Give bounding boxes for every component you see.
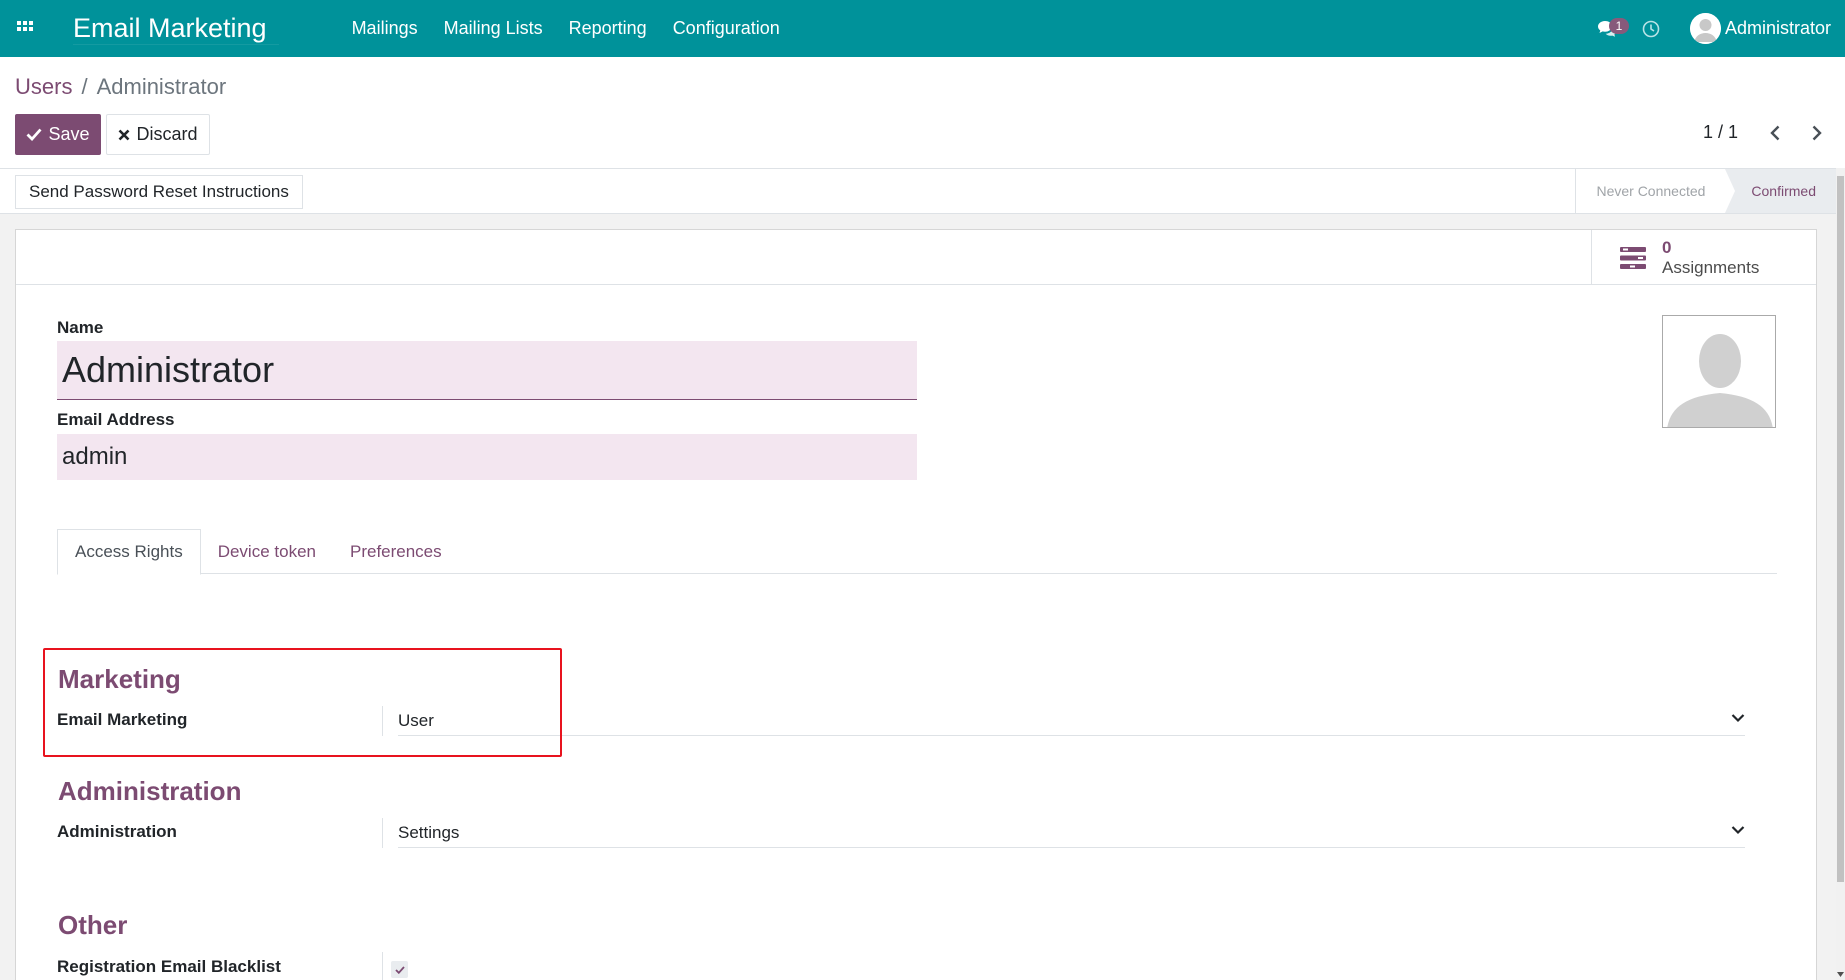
menu-item-mailing-lists[interactable]: Mailing Lists: [431, 18, 556, 39]
name-label: Name: [57, 318, 104, 337]
name-input[interactable]: [57, 341, 917, 400]
user-photo[interactable]: [1662, 315, 1776, 428]
chevron-left-icon: [1770, 125, 1780, 141]
status-stages: Never Connected Confirmed: [1575, 169, 1836, 213]
stage-never-connected[interactable]: Never Connected: [1576, 169, 1725, 213]
notebook-tabs: Access Rights Device token Preferences: [57, 529, 1777, 575]
user-placeholder-icon: [1663, 316, 1775, 427]
chat-count-badge: 1: [1608, 17, 1629, 34]
menu-item-mailings[interactable]: Mailings: [339, 18, 431, 39]
field-separator: [382, 952, 383, 980]
tab-device-token[interactable]: Device token: [201, 529, 333, 574]
breadcrumb-users-link[interactable]: Users: [15, 74, 72, 100]
chevron-down-icon: [1731, 714, 1745, 723]
smart-button-box: 0 Assignments: [16, 230, 1816, 285]
form-statusbar: Send Password Reset Instructions Never C…: [0, 168, 1836, 214]
registration-email-blacklist-checkbox[interactable]: [391, 961, 408, 978]
email-input[interactable]: [57, 434, 917, 480]
registration-email-blacklist-label: Registration Email Blacklist: [57, 957, 281, 976]
discard-label: Discard: [136, 124, 198, 144]
tab-preferences[interactable]: Preferences: [333, 529, 459, 574]
administration-label: Administration: [57, 822, 177, 841]
scroll-down-arrow-icon[interactable]: [1836, 968, 1845, 980]
email-marketing-select[interactable]: User: [398, 706, 1745, 736]
stage-confirmed[interactable]: Confirmed: [1725, 169, 1836, 213]
save-label: Save: [48, 124, 90, 144]
stat-text: 0 Assignments: [1662, 238, 1759, 278]
group-title-marketing: Marketing: [58, 664, 181, 694]
send-password-reset-button[interactable]: Send Password Reset Instructions: [15, 175, 303, 209]
chevron-right-icon: [1812, 125, 1822, 141]
apps-grid-icon[interactable]: [0, 0, 50, 57]
assignments-label: Assignments: [1662, 257, 1760, 277]
assignments-count: 0: [1662, 237, 1672, 257]
administration-value: Settings: [398, 822, 460, 842]
check-icon: [26, 128, 43, 141]
breadcrumb: Users / Administrator: [15, 74, 226, 100]
scrollbar-thumb[interactable]: [1837, 176, 1844, 882]
discard-button[interactable]: Discard: [106, 114, 210, 155]
user-avatar: [1689, 13, 1721, 44]
breadcrumb-current: Administrator: [96, 74, 227, 99]
tab-access-rights[interactable]: Access Rights: [57, 529, 201, 575]
app-title[interactable]: Email Marketing: [73, 13, 279, 45]
menu-item-configuration[interactable]: Configuration: [660, 18, 793, 39]
vertical-scrollbar[interactable]: [1836, 168, 1845, 980]
form-sheet: 0 Assignments Name Email Address Access …: [15, 229, 1817, 980]
chat-messages-icon[interactable]: 1: [1592, 14, 1629, 44]
email-label: Email Address: [57, 410, 175, 429]
main-menu: Mailings Mailing Lists Reporting Configu…: [339, 18, 793, 39]
navbar-systray: 1 Administrator: [1592, 0, 1831, 57]
chevron-down-icon: [1731, 826, 1745, 835]
pager-previous-button[interactable]: [1763, 121, 1787, 145]
group-title-other: Other: [58, 910, 128, 940]
top-navbar: Email Marketing Mailings Mailing Lists R…: [0, 0, 1845, 57]
tasks-list-icon: [1620, 246, 1646, 269]
field-separator: [382, 818, 383, 848]
assignments-stat-button[interactable]: 0 Assignments: [1591, 230, 1816, 285]
menu-item-reporting[interactable]: Reporting: [556, 18, 660, 39]
user-menu[interactable]: Administrator: [1689, 13, 1831, 44]
checkmark-icon: [394, 965, 405, 974]
pager-value[interactable]: 1 / 1: [1703, 122, 1738, 143]
field-separator: [382, 706, 383, 736]
administration-select[interactable]: Settings: [398, 818, 1745, 848]
breadcrumb-separator: /: [81, 74, 88, 99]
user-name: Administrator: [1724, 18, 1831, 38]
save-button[interactable]: Save: [15, 114, 101, 155]
activity-clock-icon[interactable]: [1636, 14, 1666, 44]
pager-next-button[interactable]: [1805, 121, 1829, 145]
group-title-administration: Administration: [58, 776, 242, 806]
email-marketing-label: Email Marketing: [57, 710, 188, 729]
close-icon: [119, 129, 130, 140]
email-marketing-value: User: [398, 710, 434, 730]
